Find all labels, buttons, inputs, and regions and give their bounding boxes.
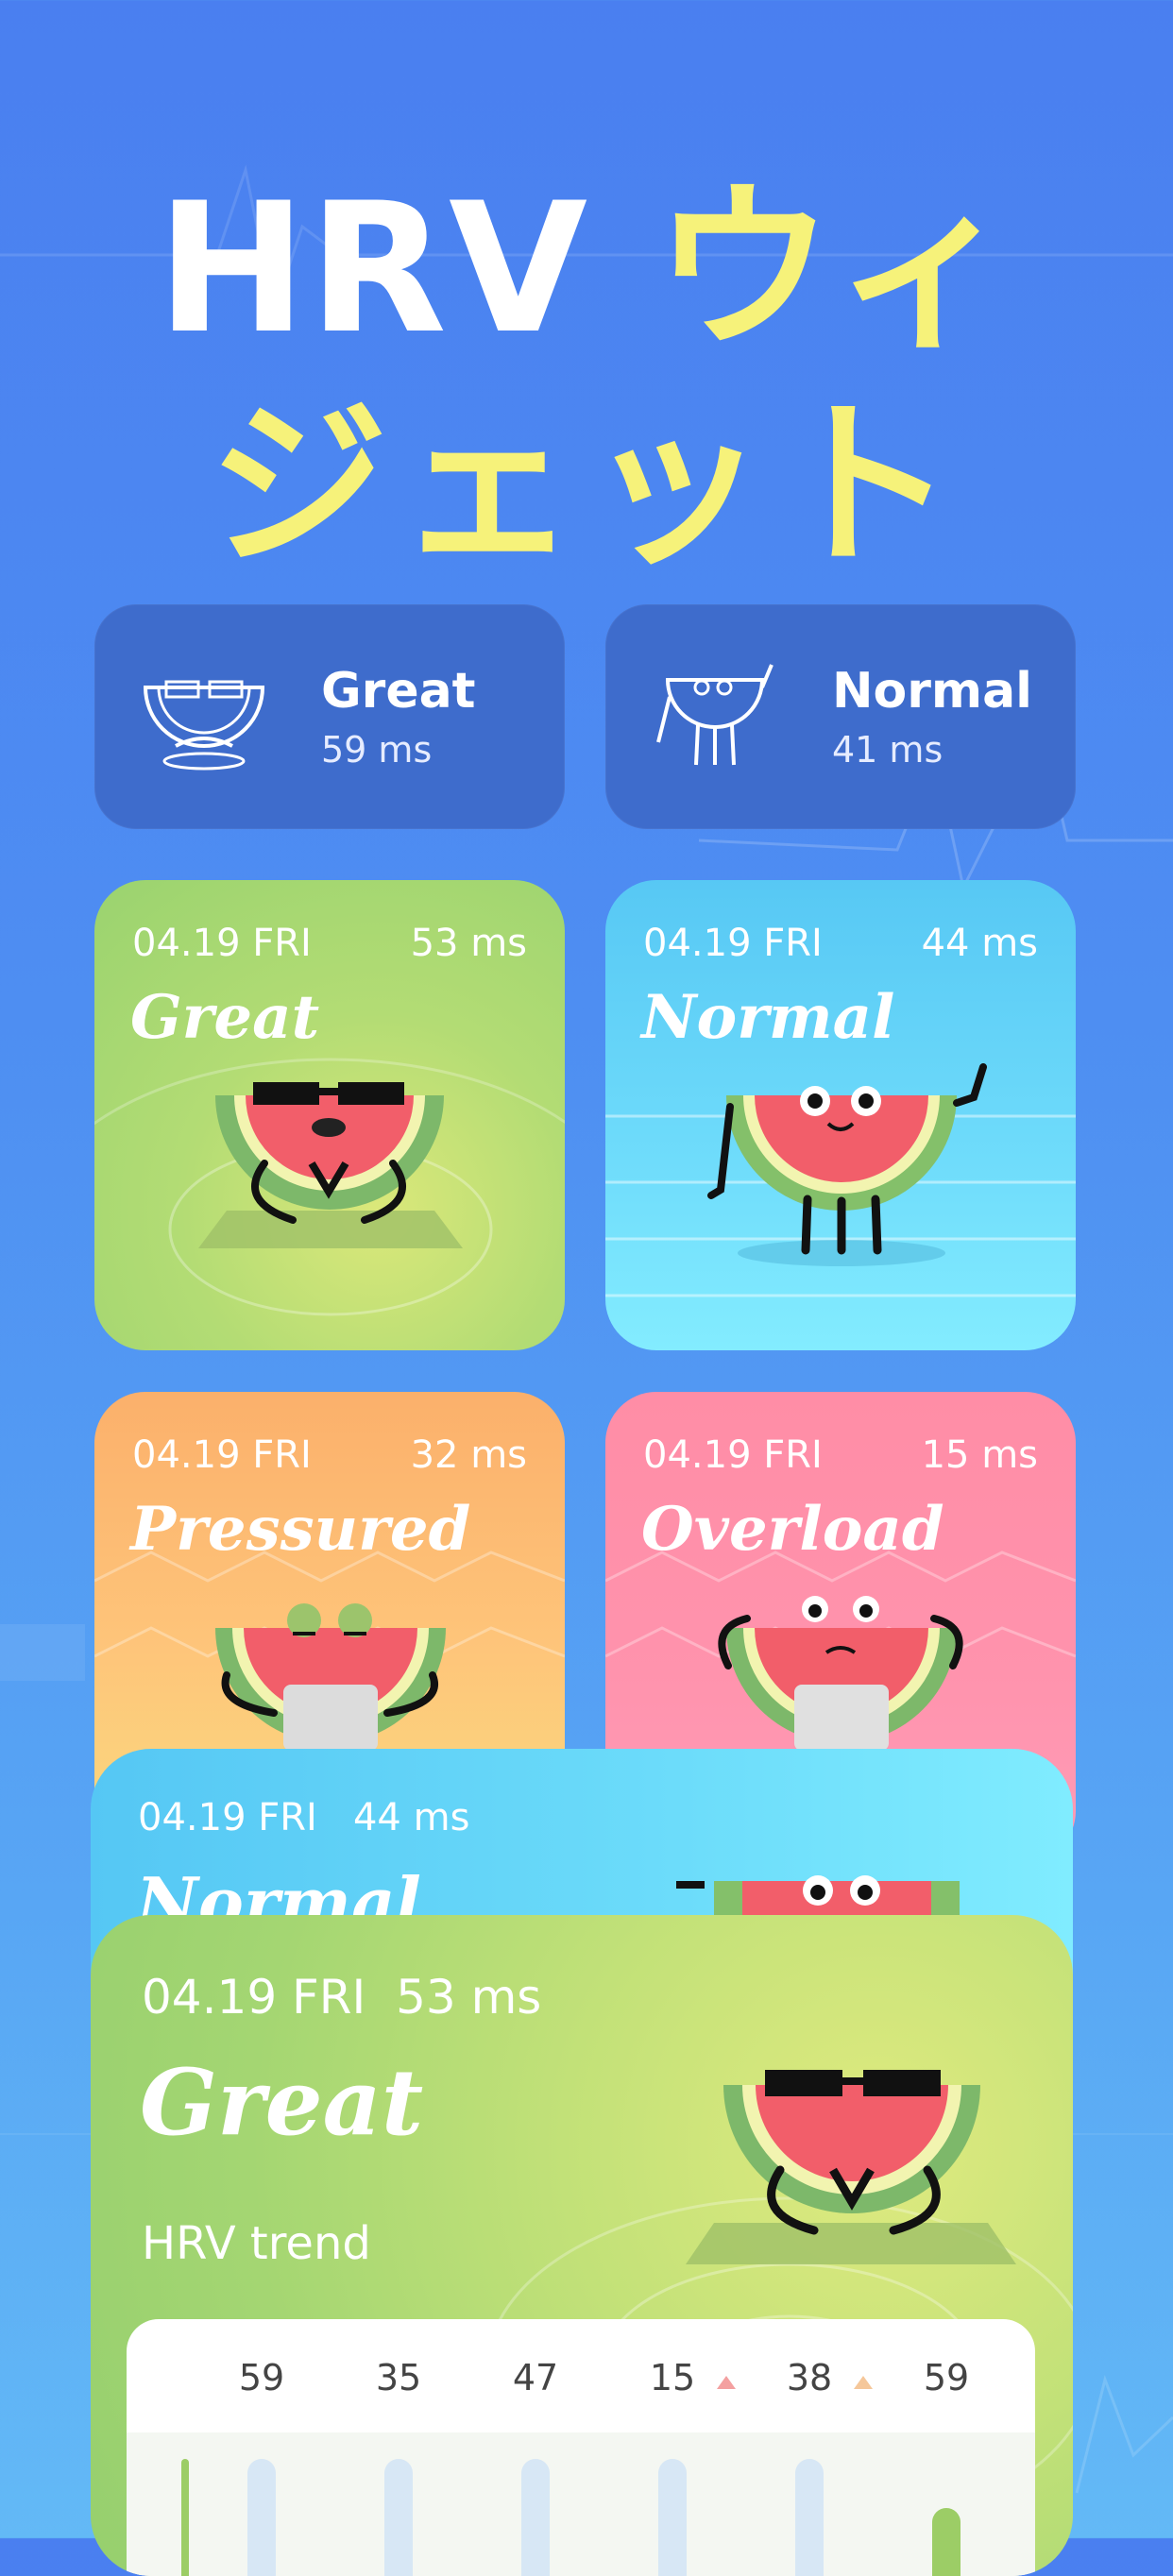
title-widget-part: ウィ	[654, 164, 1017, 373]
tile-value: 15 ms	[921, 1433, 1038, 1477]
large-widget-value: 53 ms	[396, 1970, 542, 2025]
trend-bar	[795, 2459, 824, 2576]
large-widget-header: 04.19 FRI 53 ms	[142, 1970, 541, 2025]
tile-value: 32 ms	[410, 1433, 527, 1477]
hrv-trend-chart: 59 35 47 15 38 59	[127, 2319, 1035, 2576]
trend-value: 35	[375, 2357, 422, 2398]
tile-status: Overload	[641, 1494, 944, 1565]
small-widget-value: 59 ms	[321, 729, 433, 771]
trend-bar	[181, 2459, 189, 2576]
large-widget-header: 04.19 FRI 44 ms	[138, 1796, 469, 1839]
trend-value: 47	[512, 2357, 559, 2398]
tile-date: 04.19 FRI	[132, 1433, 312, 1477]
small-widget-normal[interactable]: Normal 41 ms	[605, 604, 1076, 829]
large-widget-value: 44 ms	[352, 1796, 470, 1839]
trend-bar	[247, 2459, 276, 2576]
trend-value: 38	[786, 2357, 833, 2398]
trend-value: 59	[238, 2357, 285, 2398]
tile-great[interactable]: 04.19 FRI 53 ms Great	[94, 880, 565, 1350]
up-red-arrow-icon	[717, 2376, 736, 2389]
large-widget-date: 04.19 FRI	[138, 1796, 317, 1839]
trend-bar	[384, 2459, 413, 2576]
up-orange-arrow-icon	[854, 2376, 873, 2389]
trend-bar	[658, 2459, 687, 2576]
tile-date: 04.19 FRI	[643, 922, 823, 965]
sunglasses-watermelon-icon	[143, 680, 265, 771]
tile-date: 04.19 FRI	[643, 1433, 823, 1477]
tile-status: Pressured	[130, 1494, 471, 1565]
tile-status: Great	[130, 982, 320, 1053]
trend-value: 59	[923, 2357, 970, 2398]
page-title-line-2: ジェット	[208, 381, 964, 590]
trend-bar	[521, 2459, 550, 2576]
tile-normal[interactable]: 04.19 FRI 44 ms Normal	[605, 880, 1076, 1350]
tile-value: 44 ms	[921, 922, 1038, 965]
large-widget-great[interactable]: 04.19 FRI 53 ms Great HRV trend 59 35 47…	[91, 1915, 1073, 2576]
tile-date: 04.19 FRI	[132, 922, 312, 965]
small-widget-status: Great	[321, 663, 476, 720]
small-widget-status: Normal	[832, 663, 1032, 720]
tile-status: Normal	[641, 982, 895, 1053]
large-widget-status: Great	[140, 2049, 424, 2156]
small-widget-value: 41 ms	[832, 729, 944, 771]
title-hrv: HRV	[156, 164, 654, 373]
trend-bar	[932, 2508, 960, 2576]
large-widget-date: 04.19 FRI	[142, 1970, 366, 2025]
waving-watermelon-icon	[656, 664, 774, 766]
page-title-line-1: HRV ウィ	[0, 179, 1173, 359]
small-widget-great[interactable]: Great 59 ms	[94, 604, 565, 829]
hrv-trend-label: HRV trend	[142, 2217, 371, 2270]
trend-value: 15	[649, 2357, 696, 2398]
meditating-watermelon-icon	[686, 2070, 1016, 2264]
tile-value: 53 ms	[410, 922, 527, 965]
